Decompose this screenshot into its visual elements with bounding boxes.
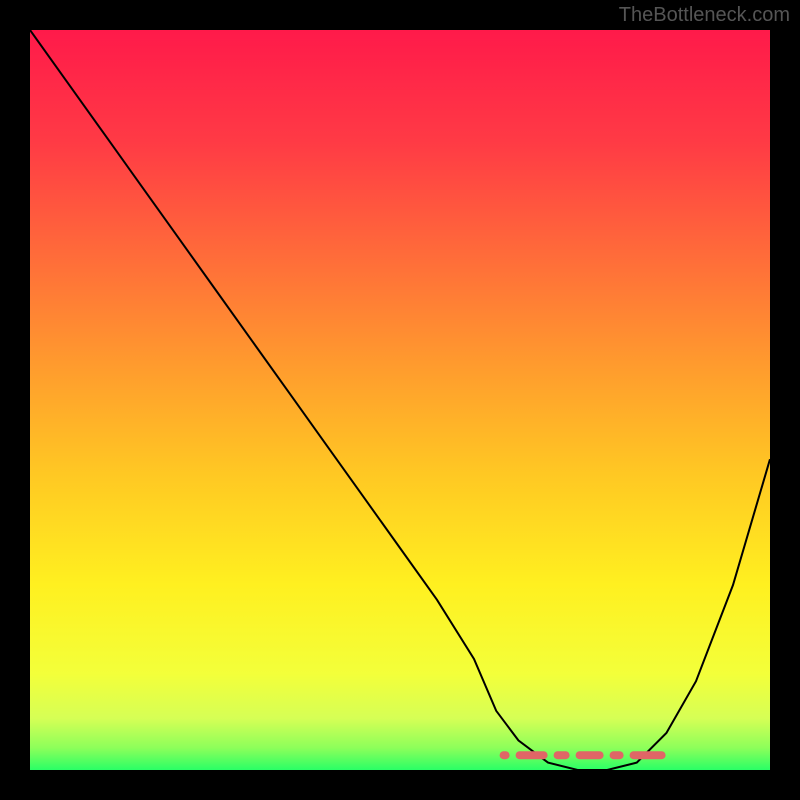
watermark-text: TheBottleneck.com <box>619 4 790 27</box>
gradient-background <box>30 30 770 770</box>
bottleneck-chart-svg <box>30 30 770 770</box>
chart-area <box>30 30 770 770</box>
